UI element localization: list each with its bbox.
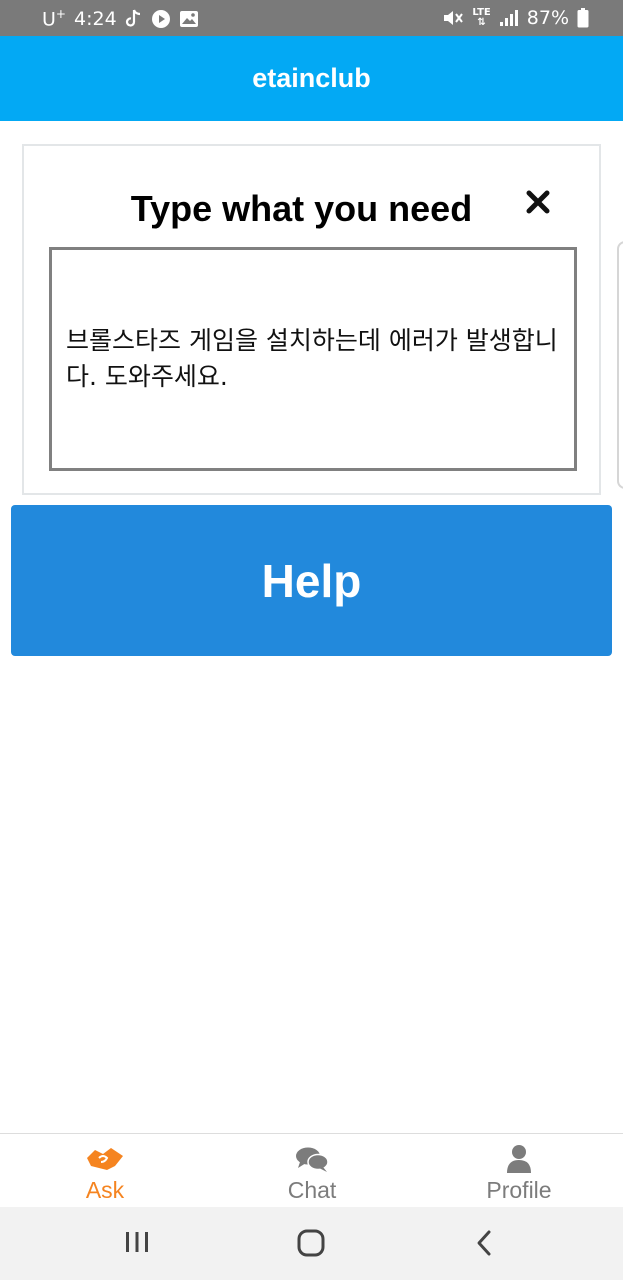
home-icon[interactable] (297, 1229, 325, 1262)
app-bar: etainclub (0, 36, 623, 121)
tiktok-notification-icon (125, 9, 143, 29)
card-title: Type what you need (130, 188, 473, 229)
play-notification-icon (151, 9, 171, 29)
status-bar: U+ 4:24 LTE ⇅ 87% (0, 0, 623, 36)
request-text-field[interactable]: 브롤스타즈 게임을 설치하는데 에러가 발생합니다. 도와주세요. (49, 247, 577, 471)
bottom-nav: Ask Chat Profile (0, 1133, 623, 1207)
chat-bubbles-icon (295, 1134, 329, 1174)
handshake-icon (85, 1134, 125, 1174)
nav-label-chat: Chat (287, 1177, 337, 1203)
person-icon (506, 1134, 532, 1174)
battery-icon (577, 8, 589, 28)
app-title: etainclub (252, 63, 371, 93)
signal-icon (499, 9, 519, 27)
carrier-label: U+ (42, 7, 66, 31)
back-icon[interactable] (474, 1229, 494, 1262)
lte-icon: LTE ⇅ (472, 7, 491, 28)
close-icon[interactable] (524, 188, 552, 216)
nav-label-ask: Ask (85, 1177, 125, 1203)
help-button-label: Help (261, 554, 362, 607)
status-time: 4:24 (73, 7, 117, 30)
nav-item-ask[interactable]: Ask (25, 1134, 185, 1208)
battery-percent: 87% (526, 7, 569, 29)
request-card: Type what you need 브롤스타즈 게임을 설치하는데 에러가 발… (22, 144, 601, 495)
mute-icon (442, 8, 464, 28)
nav-label-profile: Profile (486, 1177, 552, 1203)
system-nav-bar (0, 1207, 623, 1280)
next-card-edge (617, 241, 623, 489)
image-notification-icon (179, 10, 199, 28)
request-text: 브롤스타즈 게임을 설치하는데 에러가 발생합니다. 도와주세요. (66, 326, 558, 391)
nav-item-chat[interactable]: Chat (232, 1134, 392, 1208)
nav-item-profile[interactable]: Profile (439, 1134, 599, 1208)
recent-apps-icon[interactable] (124, 1229, 150, 1260)
help-button[interactable]: Help (11, 505, 612, 656)
